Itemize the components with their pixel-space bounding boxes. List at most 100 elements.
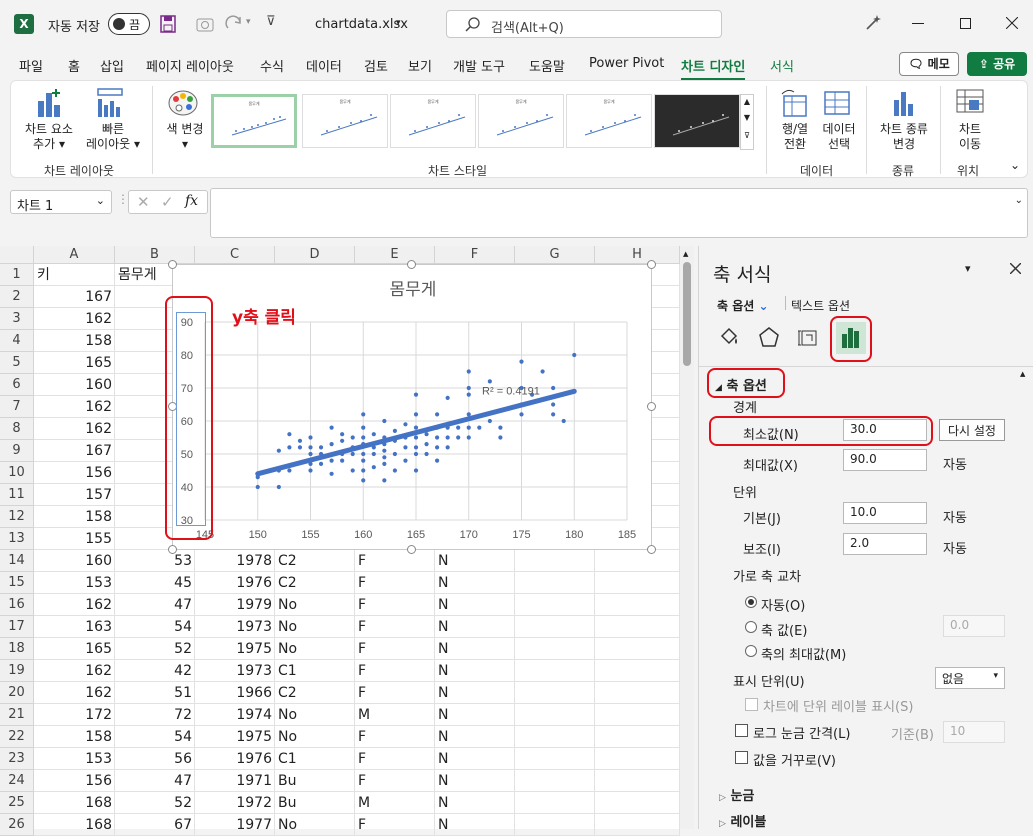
- cell-E24[interactable]: F: [355, 770, 435, 792]
- cell-A20[interactable]: 162: [34, 682, 115, 704]
- grid-cell[interactable]: [595, 572, 680, 594]
- radio-auto-label[interactable]: 자동(O): [761, 595, 805, 614]
- grid-cell[interactable]: [515, 594, 595, 616]
- row-header[interactable]: 25: [0, 792, 34, 814]
- cell-C15[interactable]: 1976: [195, 572, 275, 594]
- change-chart-type-button[interactable]: 차트 종류 변경: [872, 122, 936, 152]
- max-bound-input[interactable]: 90.0: [843, 449, 927, 471]
- select-all-corner[interactable]: [0, 246, 34, 264]
- column-header-E[interactable]: E: [355, 246, 435, 264]
- tab-file[interactable]: 파일: [19, 56, 43, 75]
- data-point[interactable]: [297, 438, 303, 443]
- row-header[interactable]: 2: [0, 286, 34, 308]
- cell-A1[interactable]: 키: [34, 264, 115, 286]
- radio-max-axis-value[interactable]: [745, 645, 757, 657]
- column-header-H[interactable]: H: [595, 246, 680, 264]
- filename-dropdown-icon[interactable]: ▾: [396, 18, 401, 28]
- grid-cell[interactable]: [515, 616, 595, 638]
- data-point[interactable]: [340, 438, 345, 443]
- data-point[interactable]: [435, 435, 440, 440]
- resize-handle[interactable]: [647, 545, 656, 554]
- data-point[interactable]: [350, 468, 355, 473]
- cell-F25[interactable]: N: [435, 792, 515, 814]
- cell-A18[interactable]: 165: [34, 638, 115, 660]
- data-point[interactable]: [498, 435, 503, 440]
- fill-line-icon[interactable]: [718, 326, 740, 348]
- axis-options-section-header[interactable]: ◢ 축 옵션: [715, 375, 767, 394]
- quick-layout-button[interactable]: 빠른 레이아웃 ▾: [80, 122, 146, 152]
- close-window-icon[interactable]: [1006, 17, 1018, 29]
- data-point[interactable]: [413, 412, 419, 417]
- cell-B16[interactable]: 47: [115, 594, 195, 616]
- chart-style-3[interactable]: 몸무게: [390, 94, 476, 148]
- cell-A16[interactable]: 162: [34, 594, 115, 616]
- grid-cell[interactable]: [515, 550, 595, 572]
- cell-B24[interactable]: 47: [115, 770, 195, 792]
- row-header[interactable]: 14: [0, 550, 34, 572]
- cell-B22[interactable]: 54: [115, 726, 195, 748]
- row-header[interactable]: 3: [0, 308, 34, 330]
- cell-A12[interactable]: 158: [34, 506, 115, 528]
- tab-text-options[interactable]: 텍스트 옵션: [791, 297, 850, 314]
- cell-E20[interactable]: F: [355, 682, 435, 704]
- values-reverse-checkbox[interactable]: [735, 751, 748, 764]
- cell-E14[interactable]: F: [355, 550, 435, 572]
- row-header[interactable]: 16: [0, 594, 34, 616]
- row-header[interactable]: 18: [0, 638, 34, 660]
- maximize-icon[interactable]: [960, 18, 971, 29]
- cell-D26[interactable]: No: [275, 814, 355, 836]
- cell-D19[interactable]: C1: [275, 660, 355, 682]
- grid-cell[interactable]: [595, 594, 680, 616]
- save-icon[interactable]: [160, 15, 176, 33]
- minimize-icon[interactable]: [912, 23, 924, 24]
- redo-icon[interactable]: [224, 14, 244, 32]
- reset-button[interactable]: 다시 설정: [939, 419, 1005, 441]
- data-point[interactable]: [308, 468, 313, 473]
- effects-pentagon-icon[interactable]: [758, 326, 780, 348]
- grid-cell[interactable]: [595, 792, 680, 814]
- resize-handle[interactable]: [168, 545, 177, 554]
- data-point[interactable]: [456, 425, 461, 430]
- data-point[interactable]: [403, 458, 408, 463]
- data-point[interactable]: [413, 468, 419, 473]
- cell-A3[interactable]: 162: [34, 308, 115, 330]
- cell-C21[interactable]: 1974: [195, 704, 275, 726]
- cell-D18[interactable]: No: [275, 638, 355, 660]
- name-box[interactable]: 차트 1 ⌄: [10, 190, 112, 214]
- grid-cell[interactable]: [515, 572, 595, 594]
- size-properties-icon[interactable]: [797, 326, 819, 348]
- pane-options-dropdown-icon[interactable]: ▾: [965, 262, 971, 275]
- tab-formulas[interactable]: 수식: [260, 56, 284, 75]
- data-point[interactable]: [519, 412, 524, 417]
- data-point[interactable]: [435, 458, 440, 463]
- cell-B19[interactable]: 42: [115, 660, 195, 682]
- data-point[interactable]: [445, 395, 450, 400]
- add-chart-element-button[interactable]: 차트 요소 추가 ▾: [14, 122, 84, 152]
- cell-E26[interactable]: F: [355, 814, 435, 836]
- memo-button[interactable]: 🗨 메모: [899, 52, 959, 76]
- row-header[interactable]: 10: [0, 462, 34, 484]
- share-button[interactable]: ⇪ 공유: [967, 52, 1027, 76]
- grid-cell[interactable]: [595, 550, 680, 572]
- column-header-C[interactable]: C: [195, 246, 275, 264]
- cell-D25[interactable]: Bu: [275, 792, 355, 814]
- min-bound-input[interactable]: 30.0: [843, 419, 927, 441]
- data-point[interactable]: [392, 451, 397, 457]
- cell-E18[interactable]: F: [355, 638, 435, 660]
- data-point[interactable]: [445, 445, 450, 450]
- data-point[interactable]: [382, 448, 387, 453]
- data-point[interactable]: [413, 425, 419, 430]
- cell-E25[interactable]: M: [355, 792, 435, 814]
- data-point[interactable]: [308, 451, 313, 457]
- tab-page-layout[interactable]: 페이지 레이아웃: [146, 56, 234, 75]
- cell-F22[interactable]: N: [435, 726, 515, 748]
- cell-D14[interactable]: C2: [275, 550, 355, 572]
- cell-A8[interactable]: 162: [34, 418, 115, 440]
- cell-A4[interactable]: 158: [34, 330, 115, 352]
- data-point[interactable]: [487, 379, 492, 384]
- file-name[interactable]: chartdata.xlsx: [315, 17, 408, 32]
- cell-A7[interactable]: 162: [34, 396, 115, 418]
- chart-style-6[interactable]: [654, 94, 740, 148]
- data-point[interactable]: [382, 461, 387, 466]
- display-units-select[interactable]: 없음 ▾: [935, 667, 1005, 689]
